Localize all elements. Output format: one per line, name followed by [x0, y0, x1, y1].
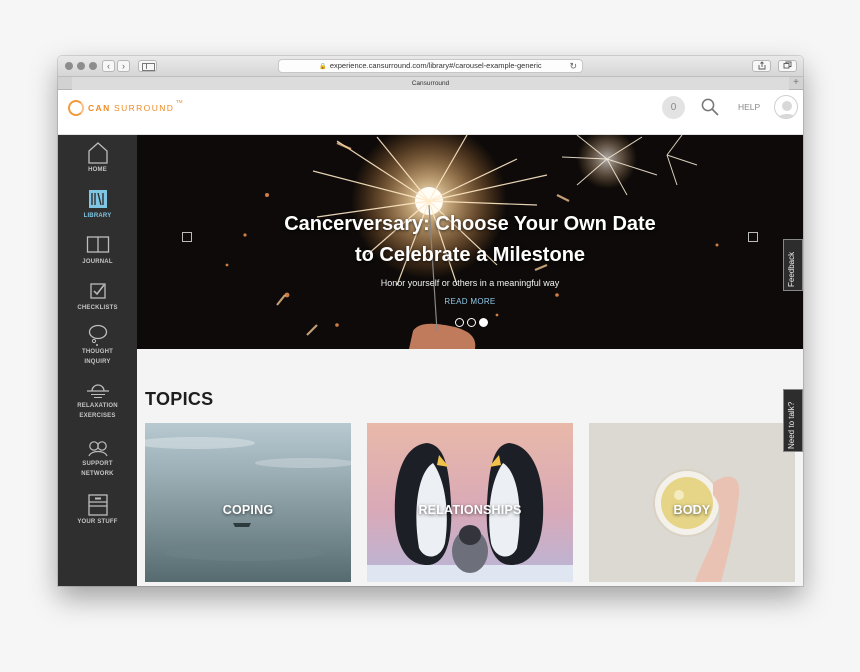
- url-text: experience.cansurround.com/library#/caro…: [329, 61, 542, 70]
- need-to-talk-tab[interactable]: Need to talk?: [783, 389, 803, 452]
- need-to-talk-label: Need to talk?: [787, 401, 796, 449]
- carousel-indicator-1[interactable]: [455, 318, 464, 327]
- chevron-right-icon: ›: [122, 61, 125, 71]
- feedback-tab-label: Feedback: [787, 251, 796, 287]
- avatar[interactable]: [774, 95, 798, 119]
- topic-card-coping[interactable]: COPING: [145, 423, 351, 582]
- carousel-indicator-3[interactable]: [479, 318, 488, 327]
- sidebar-item-library[interactable]: LIBRARY: [58, 187, 137, 221]
- topic-label: BODY: [673, 503, 711, 517]
- browser-window: ‹ › 🔒 experience.cansurround.com/library#…: [58, 56, 803, 586]
- topics-heading: TOPICS: [145, 389, 214, 409]
- carousel-next-button[interactable]: [748, 232, 758, 242]
- share-button[interactable]: [752, 60, 771, 72]
- user-icon: [777, 101, 797, 118]
- feedback-tab[interactable]: Feedback: [783, 239, 803, 291]
- checklist-icon: [89, 283, 106, 299]
- sidebar-item-label: CHECKLISTS: [77, 305, 118, 311]
- reload-icon[interactable]: ↻: [569, 60, 577, 72]
- topic-card-body[interactable]: BODY: [589, 423, 795, 582]
- logo-text-surround: SURROUND: [114, 103, 175, 113]
- forward-button[interactable]: ›: [117, 60, 130, 72]
- archive-box-icon: [87, 494, 108, 516]
- site-header: CAN SURROUND TM 0 HELP: [58, 90, 803, 135]
- library-icon: [88, 190, 107, 208]
- sidebar-item-label: YOUR STUFF: [77, 519, 118, 525]
- sunset-icon: [86, 384, 109, 398]
- topic-label: RELATIONSHIPS: [418, 503, 522, 517]
- notification-badge[interactable]: 0: [662, 96, 685, 119]
- chevron-left-icon: ‹: [107, 61, 110, 71]
- carousel-prev-button[interactable]: [182, 232, 192, 242]
- address-bar[interactable]: 🔒 experience.cansurround.com/library#/car…: [278, 59, 583, 73]
- tab-bar: Cansurround +: [58, 77, 803, 90]
- sidebar-nav: HOME LIBRARY JOURNAL CHECKLISTS THOUGHT …: [58, 135, 137, 586]
- hero-subtitle: Honor yourself or others in a meaningful…: [380, 278, 560, 288]
- sidebar-item-journal[interactable]: JOURNAL: [58, 233, 137, 267]
- tabs-icon: [783, 61, 792, 69]
- sidebar-item-label: SUPPORT: [82, 461, 113, 467]
- sidebar-item-support-network[interactable]: SUPPORT NETWORK: [58, 439, 137, 479]
- close-window-button[interactable]: [65, 62, 73, 70]
- back-button[interactable]: ‹: [102, 60, 115, 72]
- sidebar-item-label: LIBRARY: [83, 213, 112, 219]
- logo-text-can: CAN: [88, 103, 111, 113]
- sidebar-item-home[interactable]: HOME: [58, 141, 137, 175]
- sidebar-item-thought-inquiry[interactable]: THOUGHT INQUIRY: [58, 323, 137, 367]
- tab-cansurround[interactable]: Cansurround: [72, 77, 789, 90]
- hero-carousel: Cancerversary: Choose Your Own Date to C…: [137, 135, 803, 349]
- network-icon: [87, 441, 108, 457]
- sidebar-item-label-line2: NETWORK: [81, 471, 114, 477]
- sidebar-item-label: THOUGHT: [81, 349, 114, 355]
- sidebar-item-label-line2: INQUIRY: [84, 359, 111, 365]
- sidebar-item-label: RELAXATION: [77, 403, 118, 409]
- sidebar-item-label: HOME: [88, 167, 107, 173]
- carousel-indicator-2[interactable]: [467, 318, 476, 327]
- search-icon[interactable]: [701, 98, 719, 116]
- sidebar-item-relaxation-exercises[interactable]: RELAXATION EXERCISES: [58, 381, 137, 421]
- minimize-window-button[interactable]: [77, 62, 85, 70]
- logo-ring-icon: [68, 100, 84, 116]
- share-icon: [758, 61, 765, 70]
- hero-title[interactable]: Cancerversary: Choose Your Own Date to C…: [237, 209, 703, 271]
- new-tab-button[interactable]: +: [793, 77, 799, 89]
- tabs-overview-button[interactable]: [778, 60, 797, 72]
- sidebar-item-label: JOURNAL: [82, 259, 113, 265]
- journal-icon: [86, 236, 109, 253]
- logo-trademark: TM: [176, 99, 183, 104]
- topic-label: COPING: [222, 503, 274, 517]
- sidebar-item-label-line2: EXERCISES: [79, 413, 116, 419]
- topic-card-relationships[interactable]: RELATIONSHIPS: [367, 423, 573, 582]
- browser-titlebar: ‹ › 🔒 experience.cansurround.com/library#…: [58, 56, 803, 77]
- hero-title-line2: to Celebrate a Milestone: [354, 244, 586, 266]
- sidebar-item-your-stuff[interactable]: YOUR STUFF: [58, 493, 137, 527]
- home-icon: [87, 142, 108, 164]
- hero-title-line1: Cancerversary: Choose Your Own Date: [284, 213, 656, 235]
- read-more-link[interactable]: READ MORE: [237, 297, 703, 306]
- sidebar-toggle-button[interactable]: [138, 60, 157, 72]
- sidebar-item-checklists[interactable]: CHECKLISTS: [58, 279, 137, 313]
- thought-bubble-icon: [88, 324, 107, 346]
- help-link[interactable]: HELP: [738, 102, 760, 112]
- lock-icon: 🔒: [319, 64, 327, 70]
- zoom-window-button[interactable]: [89, 62, 97, 70]
- topics-section: TOPICS COPING RELATIONSHIPS BODY: [137, 349, 803, 586]
